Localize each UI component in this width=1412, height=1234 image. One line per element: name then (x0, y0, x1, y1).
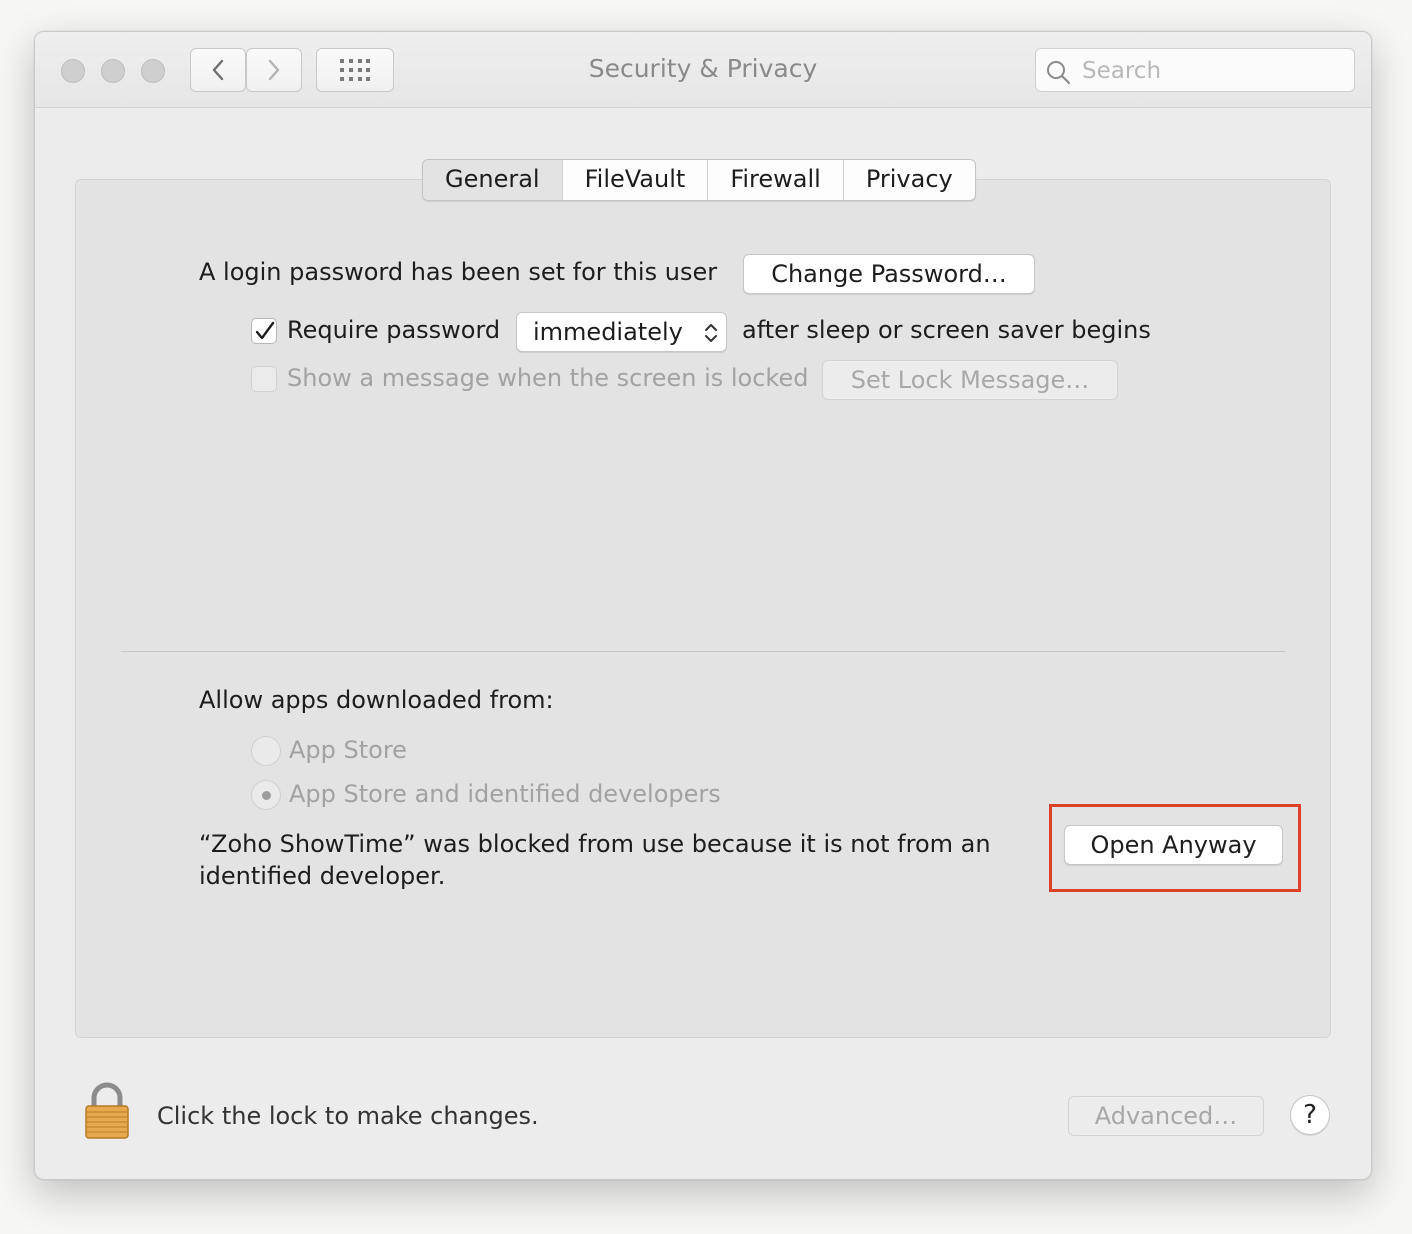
tab-privacy[interactable]: Privacy (842, 160, 975, 200)
require-password-delay-select[interactable]: immediately (516, 312, 727, 352)
show-lock-message-label: Show a message when the screen is locked (287, 364, 809, 392)
radio-selected-dot (262, 791, 271, 800)
blocked-app-message-line2: identified developer. (199, 862, 446, 890)
advanced-button[interactable]: Advanced… (1068, 1096, 1264, 1136)
tab-general[interactable]: General (423, 160, 562, 200)
tab-bar: General FileVault Firewall Privacy (422, 159, 976, 201)
help-button[interactable]: ? (1290, 1095, 1330, 1135)
search-field[interactable] (1035, 48, 1355, 92)
preferences-window: Security & Privacy General FileVault Fir… (34, 31, 1372, 1180)
section-divider (121, 651, 1285, 652)
lock-icon[interactable] (83, 1082, 131, 1140)
title-bar: Security & Privacy (35, 32, 1371, 108)
require-password-suffix: after sleep or screen saver begins (742, 316, 1151, 344)
set-lock-message-button[interactable]: Set Lock Message… (822, 360, 1118, 400)
lock-hint-text: Click the lock to make changes. (157, 1102, 539, 1130)
tab-firewall[interactable]: Firewall (707, 160, 843, 200)
checkmark-icon (255, 321, 275, 340)
radio-app-store-identified-label: App Store and identified developers (289, 780, 721, 808)
require-password-label: Require password (287, 316, 501, 344)
search-input[interactable] (1080, 55, 1344, 87)
radio-app-store-label: App Store (289, 736, 407, 764)
require-password-delay-value: immediately (533, 318, 683, 346)
blocked-app-message-line1: “Zoho ShowTime” was blocked from use bec… (199, 830, 991, 858)
change-password-button[interactable]: Change Password… (743, 254, 1035, 294)
open-anyway-button[interactable]: Open Anyway (1064, 825, 1283, 865)
require-password-checkbox[interactable] (251, 318, 277, 344)
allow-apps-heading: Allow apps downloaded from: (199, 686, 554, 714)
radio-app-store[interactable] (251, 736, 281, 766)
show-lock-message-checkbox[interactable] (251, 366, 277, 392)
tab-filevault[interactable]: FileVault (561, 160, 708, 200)
radio-app-store-identified[interactable] (251, 780, 281, 810)
login-password-label: A login password has been set for this u… (199, 258, 718, 286)
general-panel (75, 179, 1331, 1038)
search-icon (1047, 61, 1071, 85)
updown-chevron-icon (705, 324, 717, 342)
